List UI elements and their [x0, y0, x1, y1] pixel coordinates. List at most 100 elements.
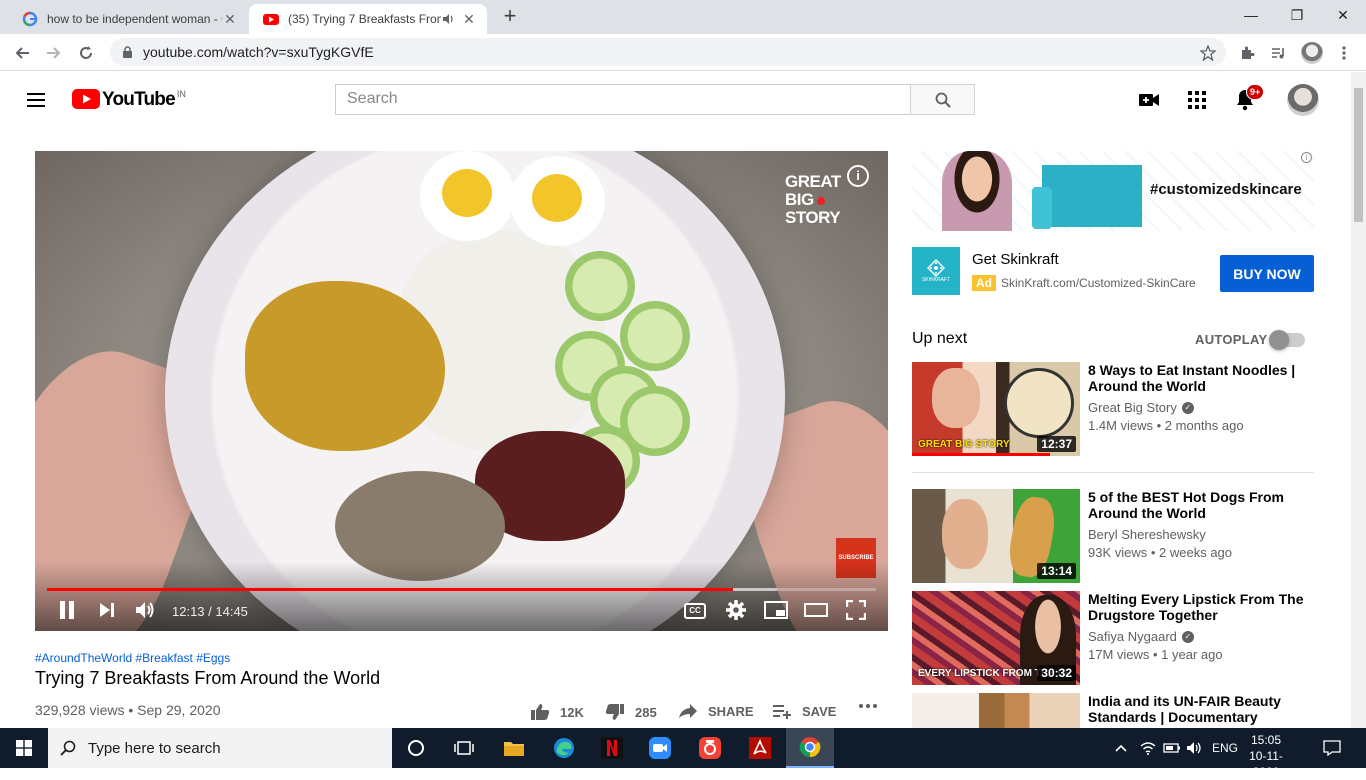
- zoom-icon[interactable]: [636, 728, 684, 768]
- recommended-channel[interactable]: Beryl Shereshewsky: [1088, 527, 1206, 542]
- recommended-meta: 17M views • 1 year ago: [1088, 647, 1223, 662]
- netflix-icon[interactable]: [588, 728, 636, 768]
- media-controls-icon[interactable]: [1265, 39, 1293, 67]
- video-frame-egg: [420, 151, 515, 241]
- fullscreen-icon: [846, 600, 866, 620]
- forward-icon[interactable]: [40, 39, 68, 67]
- recommended-title[interactable]: India and its UN-FAIR Beauty Standards |…: [1088, 693, 1308, 725]
- recommended-title[interactable]: Melting Every Lipstick From The Drugstor…: [1088, 591, 1308, 623]
- address-bar[interactable]: youtube.com/watch?v=sxuTygKGVfE: [110, 38, 1226, 66]
- share-button[interactable]: SHARE: [678, 703, 754, 719]
- dislike-count: 285: [635, 704, 657, 720]
- video-thumbnail[interactable]: [912, 693, 1080, 728]
- recommended-channel[interactable]: Safiya Nygaard ✓: [1088, 629, 1194, 644]
- extensions-puzzle-icon[interactable]: [1233, 39, 1261, 67]
- channel-watermark[interactable]: GREAT BIG STORY: [785, 173, 841, 227]
- subtitles-button[interactable]: CC: [684, 603, 706, 619]
- speaker-volume-icon[interactable]: [1186, 728, 1204, 768]
- file-explorer-icon[interactable]: [490, 728, 538, 768]
- youtube-header: YouTube IN Search: [0, 72, 1351, 128]
- autoplay-toggle[interactable]: [1269, 330, 1305, 350]
- recommended-video[interactable]: 13:14 5 of the BEST Hot Dogs From Around…: [912, 489, 1314, 583]
- search-icon: [935, 92, 951, 108]
- pause-button[interactable]: [52, 598, 82, 622]
- more-actions-button[interactable]: [858, 703, 888, 709]
- ad-logo-text: SKINKRAFT: [921, 277, 951, 283]
- acrobat-reader-icon[interactable]: [736, 728, 784, 768]
- battery-icon[interactable]: [1163, 728, 1181, 768]
- close-tab-icon[interactable]: ✕: [461, 11, 477, 28]
- windows-taskbar: Type here to search ENG 15:05 10-11-2020: [0, 728, 1366, 779]
- recommended-title[interactable]: 5 of the BEST Hot Dogs From Around the W…: [1088, 489, 1308, 521]
- close-tab-icon[interactable]: ✕: [222, 11, 238, 28]
- dislike-button[interactable]: 285: [605, 703, 657, 721]
- theater-mode-button[interactable]: [801, 598, 831, 622]
- recommended-video[interactable]: EVERY LIPSTICK FROM THE DR 30:32 Melting…: [912, 591, 1314, 685]
- thumbs-up-icon: [531, 704, 550, 720]
- reload-icon[interactable]: [72, 39, 100, 67]
- video-thumbnail[interactable]: GREAT BIG STORY 12:37: [912, 362, 1080, 456]
- playlist-add-icon: [773, 705, 791, 719]
- edge-browser-icon[interactable]: [540, 728, 588, 768]
- search-input[interactable]: Search: [335, 84, 911, 115]
- page-scrollbar[interactable]: [1351, 72, 1366, 728]
- network-wifi-icon[interactable]: [1140, 728, 1156, 768]
- save-button[interactable]: SAVE: [772, 703, 836, 719]
- ad-url[interactable]: SkinKraft.com/Customized-SkinCare: [1001, 276, 1196, 290]
- new-tab-button[interactable]: +: [498, 5, 522, 28]
- apps-grid-icon[interactable]: [1185, 88, 1209, 112]
- minimize-icon[interactable]: —: [1228, 0, 1274, 30]
- back-icon[interactable]: [8, 39, 36, 67]
- tray-chevron-icon[interactable]: [1114, 728, 1128, 768]
- scrollbar-thumb[interactable]: [1354, 88, 1363, 222]
- audio-playing-icon[interactable]: [441, 12, 455, 26]
- chrome-menu-icon[interactable]: [1330, 39, 1358, 67]
- info-card-icon[interactable]: i: [847, 165, 869, 187]
- progress-bar[interactable]: [47, 588, 876, 591]
- like-button[interactable]: 12K: [530, 703, 584, 721]
- recommended-video[interactable]: GREAT BIG STORY 12:37 8 Ways to Eat Inst…: [912, 362, 1314, 456]
- ad-advertiser-logo[interactable]: SKINKRAFT: [912, 247, 960, 295]
- video-hashtags[interactable]: #AroundTheWorld #Breakfast #Eggs: [35, 651, 230, 665]
- action-center-icon[interactable]: [1323, 728, 1341, 768]
- recommended-title[interactable]: 8 Ways to Eat Instant Noodles | Around t…: [1088, 362, 1308, 394]
- tab-youtube-video[interactable]: (35) Trying 7 Breakfasts From A ✕: [249, 4, 487, 34]
- recommended-video[interactable]: India and its UN-FAIR Beauty Standards |…: [912, 693, 1314, 728]
- input-language[interactable]: ENG: [1212, 728, 1238, 768]
- ad-banner-image[interactable]: #customizedskincare: [912, 151, 1314, 231]
- recommended-channel[interactable]: Great Big Story ✓: [1088, 400, 1194, 415]
- cortana-icon[interactable]: [392, 728, 440, 768]
- ad-info-icon[interactable]: i: [1301, 152, 1312, 163]
- profile-avatar-icon[interactable]: [1298, 39, 1326, 67]
- ad-badge: Ad: [972, 275, 996, 291]
- search-button[interactable]: [910, 84, 975, 115]
- lock-icon: [123, 45, 132, 58]
- ad-title[interactable]: Get Skinkraft: [972, 251, 1059, 268]
- youtube-logo[interactable]: YouTube IN: [72, 89, 186, 110]
- mute-button[interactable]: [131, 598, 161, 622]
- account-avatar[interactable]: [1287, 84, 1319, 116]
- restore-icon[interactable]: ❐: [1274, 0, 1320, 30]
- taskbar-clock[interactable]: 15:05 10-11-2020: [1236, 732, 1296, 780]
- bookmark-star-icon[interactable]: [1194, 39, 1222, 67]
- video-thumbnail[interactable]: EVERY LIPSTICK FROM THE DR 30:32: [912, 591, 1080, 685]
- camera-app-icon[interactable]: [686, 728, 734, 768]
- video-player[interactable]: GREAT BIG STORY i SUBSCRIBE 12:13 / 14:4…: [35, 151, 888, 631]
- create-video-icon[interactable]: [1137, 88, 1161, 112]
- fullscreen-button[interactable]: [841, 598, 871, 622]
- buy-now-button[interactable]: BUY NOW: [1220, 255, 1314, 292]
- settings-button[interactable]: [721, 598, 751, 622]
- chrome-taskbar-icon[interactable]: [786, 728, 834, 768]
- video-thumbnail[interactable]: 13:14: [912, 489, 1080, 583]
- task-view-icon[interactable]: [440, 728, 488, 768]
- watermark-line: STORY: [785, 208, 841, 227]
- next-video-button[interactable]: [92, 598, 122, 622]
- close-window-icon[interactable]: ✕: [1320, 0, 1366, 30]
- start-button[interactable]: [0, 728, 48, 768]
- miniplayer-button[interactable]: [761, 598, 791, 622]
- google-icon: [22, 11, 38, 27]
- tab-google-search[interactable]: how to be independent woman - G ✕: [8, 4, 248, 34]
- taskbar-search-input[interactable]: Type here to search: [48, 728, 392, 768]
- hamburger-menu-icon[interactable]: [24, 88, 48, 112]
- logo-wordmark: YouTube: [102, 89, 176, 110]
